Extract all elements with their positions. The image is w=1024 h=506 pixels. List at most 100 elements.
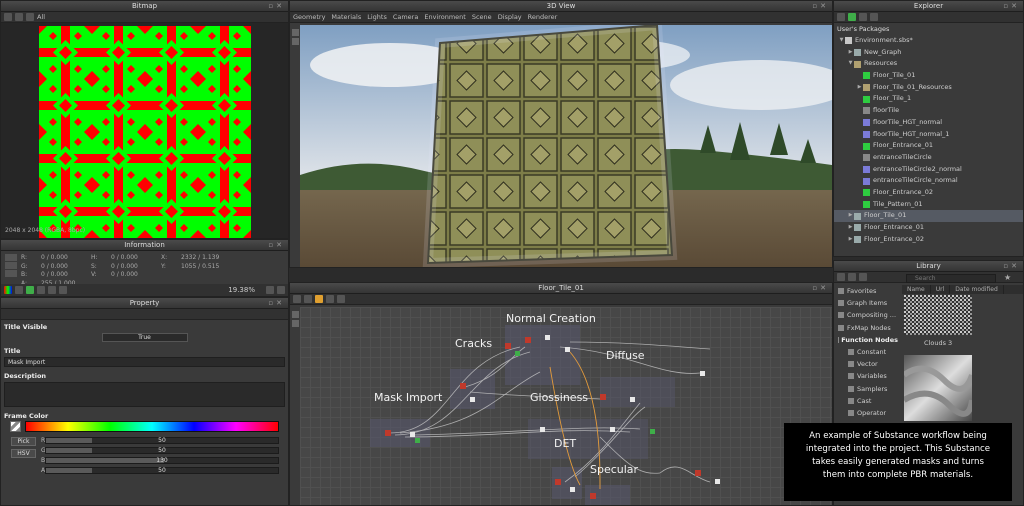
library-category-item[interactable]: Function Nodes: [834, 334, 898, 346]
library-column-header[interactable]: Date modified: [950, 285, 1004, 294]
expand-right-icon[interactable]: ▶: [847, 210, 854, 222]
expand-right-icon[interactable]: ▶: [847, 47, 854, 59]
play-icon[interactable]: [848, 13, 856, 21]
tree-item[interactable]: Floor_Entrance_01: [834, 140, 1023, 152]
camera-tool-icon[interactable]: [292, 29, 299, 36]
frame-label-mask-import[interactable]: Mask Import: [374, 391, 442, 404]
library-search-input[interactable]: Search: [906, 274, 996, 283]
tree-item[interactable]: floorTile_HGT_normal: [834, 117, 1023, 129]
red-channel-icon[interactable]: [15, 286, 23, 294]
rgb-channel-icon[interactable]: [4, 286, 12, 294]
zoom-level[interactable]: 19.38%: [228, 286, 263, 294]
channel-slider-r[interactable]: 50: [45, 437, 279, 444]
library-category-item[interactable]: Compositing ...: [834, 309, 898, 321]
blue-channel-icon[interactable]: [37, 286, 45, 294]
3d-render-viewport[interactable]: [300, 25, 832, 267]
library-category-item[interactable]: Constant: [834, 346, 898, 358]
comment-tool-icon[interactable]: [292, 320, 299, 327]
tree-item[interactable]: entranceTileCircle2_normal: [834, 164, 1023, 176]
tree-item[interactable]: ▶ Floor_Entrance_02: [834, 234, 1023, 246]
tree-item[interactable]: floorTile_HGT_normal_1: [834, 129, 1023, 141]
frame-label-cracks[interactable]: Cracks: [455, 337, 492, 350]
expand-right-icon[interactable]: ▶: [856, 82, 863, 94]
connector-tool-icon[interactable]: [315, 295, 323, 303]
library-category-item[interactable]: Samplers: [834, 383, 898, 395]
menu-lights[interactable]: Lights: [367, 13, 387, 21]
panel-controls-icon[interactable]: ▫✕: [812, 1, 829, 12]
frame-label-specular[interactable]: Specular: [590, 463, 638, 476]
channel-toggle-icon[interactable]: [4, 13, 12, 21]
filter-icon[interactable]: [859, 13, 867, 21]
node-graph-canvas[interactable]: Normal Creation Cracks Diffuse Mask Impo…: [300, 307, 832, 505]
menu-materials[interactable]: Materials: [331, 13, 361, 21]
alpha-channel-icon[interactable]: [48, 286, 56, 294]
channel-slider-b[interactable]: 130: [45, 457, 279, 464]
menu-display[interactable]: Display: [498, 13, 522, 21]
tree-item[interactable]: ▶ Floor_Entrance_01: [834, 222, 1023, 234]
panel-controls-icon[interactable]: ▫✕: [812, 283, 829, 294]
library-category-item[interactable]: Variables: [834, 370, 898, 382]
pick-color-button[interactable]: Pick: [11, 437, 36, 446]
graph-settings-icon[interactable]: [337, 295, 345, 303]
tree-item[interactable]: Floor_Tile_1: [834, 93, 1023, 105]
expand-right-icon[interactable]: ▶: [847, 234, 854, 246]
menu-renderer[interactable]: Renderer: [528, 13, 558, 21]
panel-controls-icon[interactable]: ▫✕: [1003, 261, 1020, 272]
library-column-header[interactable]: Name: [902, 285, 931, 294]
description-field[interactable]: [4, 382, 285, 407]
bitmap-viewport[interactable]: 2048 x 2048 (RGBA, 8bpc): [1, 23, 288, 238]
channel-slider-g[interactable]: 50: [45, 447, 279, 454]
channel-slider-a[interactable]: 50: [45, 467, 279, 474]
title-field[interactable]: Mask Import: [4, 357, 285, 367]
panel-controls-icon[interactable]: ▫✕: [268, 1, 285, 12]
fit-view-icon[interactable]: [266, 286, 274, 294]
expand-down-icon[interactable]: ▼: [838, 35, 845, 47]
library-category-item[interactable]: Graph Items: [834, 297, 898, 309]
new-package-icon[interactable]: [837, 13, 845, 21]
menu-environment[interactable]: Environment: [424, 13, 466, 21]
actual-size-icon[interactable]: [277, 286, 285, 294]
tree-item[interactable]: ▼ Environment.sbs*: [834, 35, 1023, 47]
library-list-icon[interactable]: [859, 273, 867, 281]
tree-item[interactable]: ▶ Floor_Tile_01_Resources: [834, 82, 1023, 94]
panel-controls-icon[interactable]: ▫✕: [268, 298, 285, 309]
library-category-item[interactable]: Favorites: [834, 285, 898, 297]
tree-item[interactable]: ▶ New_Graph: [834, 47, 1023, 59]
frame-label-diffuse[interactable]: Diffuse: [606, 349, 645, 362]
frame-tool-icon[interactable]: [292, 311, 299, 318]
hsv-mode-button[interactable]: HSV: [11, 449, 36, 458]
frame-label-det[interactable]: DET: [554, 437, 576, 450]
library-add-icon[interactable]: [848, 273, 856, 281]
library-category-item[interactable]: Vector: [834, 358, 898, 370]
library-category-item[interactable]: Operator: [834, 407, 898, 419]
tree-item[interactable]: ▶ Floor_Tile_01: [834, 210, 1023, 222]
favorite-star-icon[interactable]: ★: [1004, 273, 1011, 282]
tree-item[interactable]: Tile_Pattern_01: [834, 199, 1023, 211]
light-tool-icon[interactable]: [292, 38, 299, 45]
menu-camera[interactable]: Camera: [393, 13, 419, 21]
frame-color-swatch[interactable]: [10, 421, 21, 432]
tree-item[interactable]: entranceTileCircle_normal: [834, 175, 1023, 187]
green-channel-icon[interactable]: [26, 286, 34, 294]
library-category-item[interactable]: Cast: [834, 395, 898, 407]
explorer-settings-icon[interactable]: [870, 13, 878, 21]
histogram-icon[interactable]: [59, 286, 67, 294]
library-category-item[interactable]: FxMap Nodes: [834, 322, 898, 334]
panel-controls-icon[interactable]: ▫✕: [268, 240, 285, 251]
library-column-header[interactable]: Url: [931, 285, 951, 294]
menu-geometry[interactable]: Geometry: [293, 13, 325, 21]
expand-down-icon[interactable]: ▼: [847, 58, 854, 70]
add-node-icon[interactable]: [293, 295, 301, 303]
frame-label-normal-creation[interactable]: Normal Creation: [506, 312, 596, 325]
pen-tool-icon[interactable]: [304, 295, 312, 303]
tree-item[interactable]: Floor_Tile_01: [834, 70, 1023, 82]
library-menu-icon[interactable]: [837, 273, 845, 281]
menu-scene[interactable]: Scene: [472, 13, 492, 21]
bitmap-mode-dropdown[interactable]: All: [37, 13, 45, 21]
panel-controls-icon[interactable]: ▫✕: [1003, 1, 1020, 12]
library-thumb-noise[interactable]: [904, 295, 972, 335]
tree-item[interactable]: Floor_Entrance_02: [834, 187, 1023, 199]
tree-item[interactable]: entranceTileCircle: [834, 152, 1023, 164]
frame-label-glossiness[interactable]: Glossiness: [530, 391, 588, 404]
tree-item[interactable]: ▼ Resources: [834, 58, 1023, 70]
